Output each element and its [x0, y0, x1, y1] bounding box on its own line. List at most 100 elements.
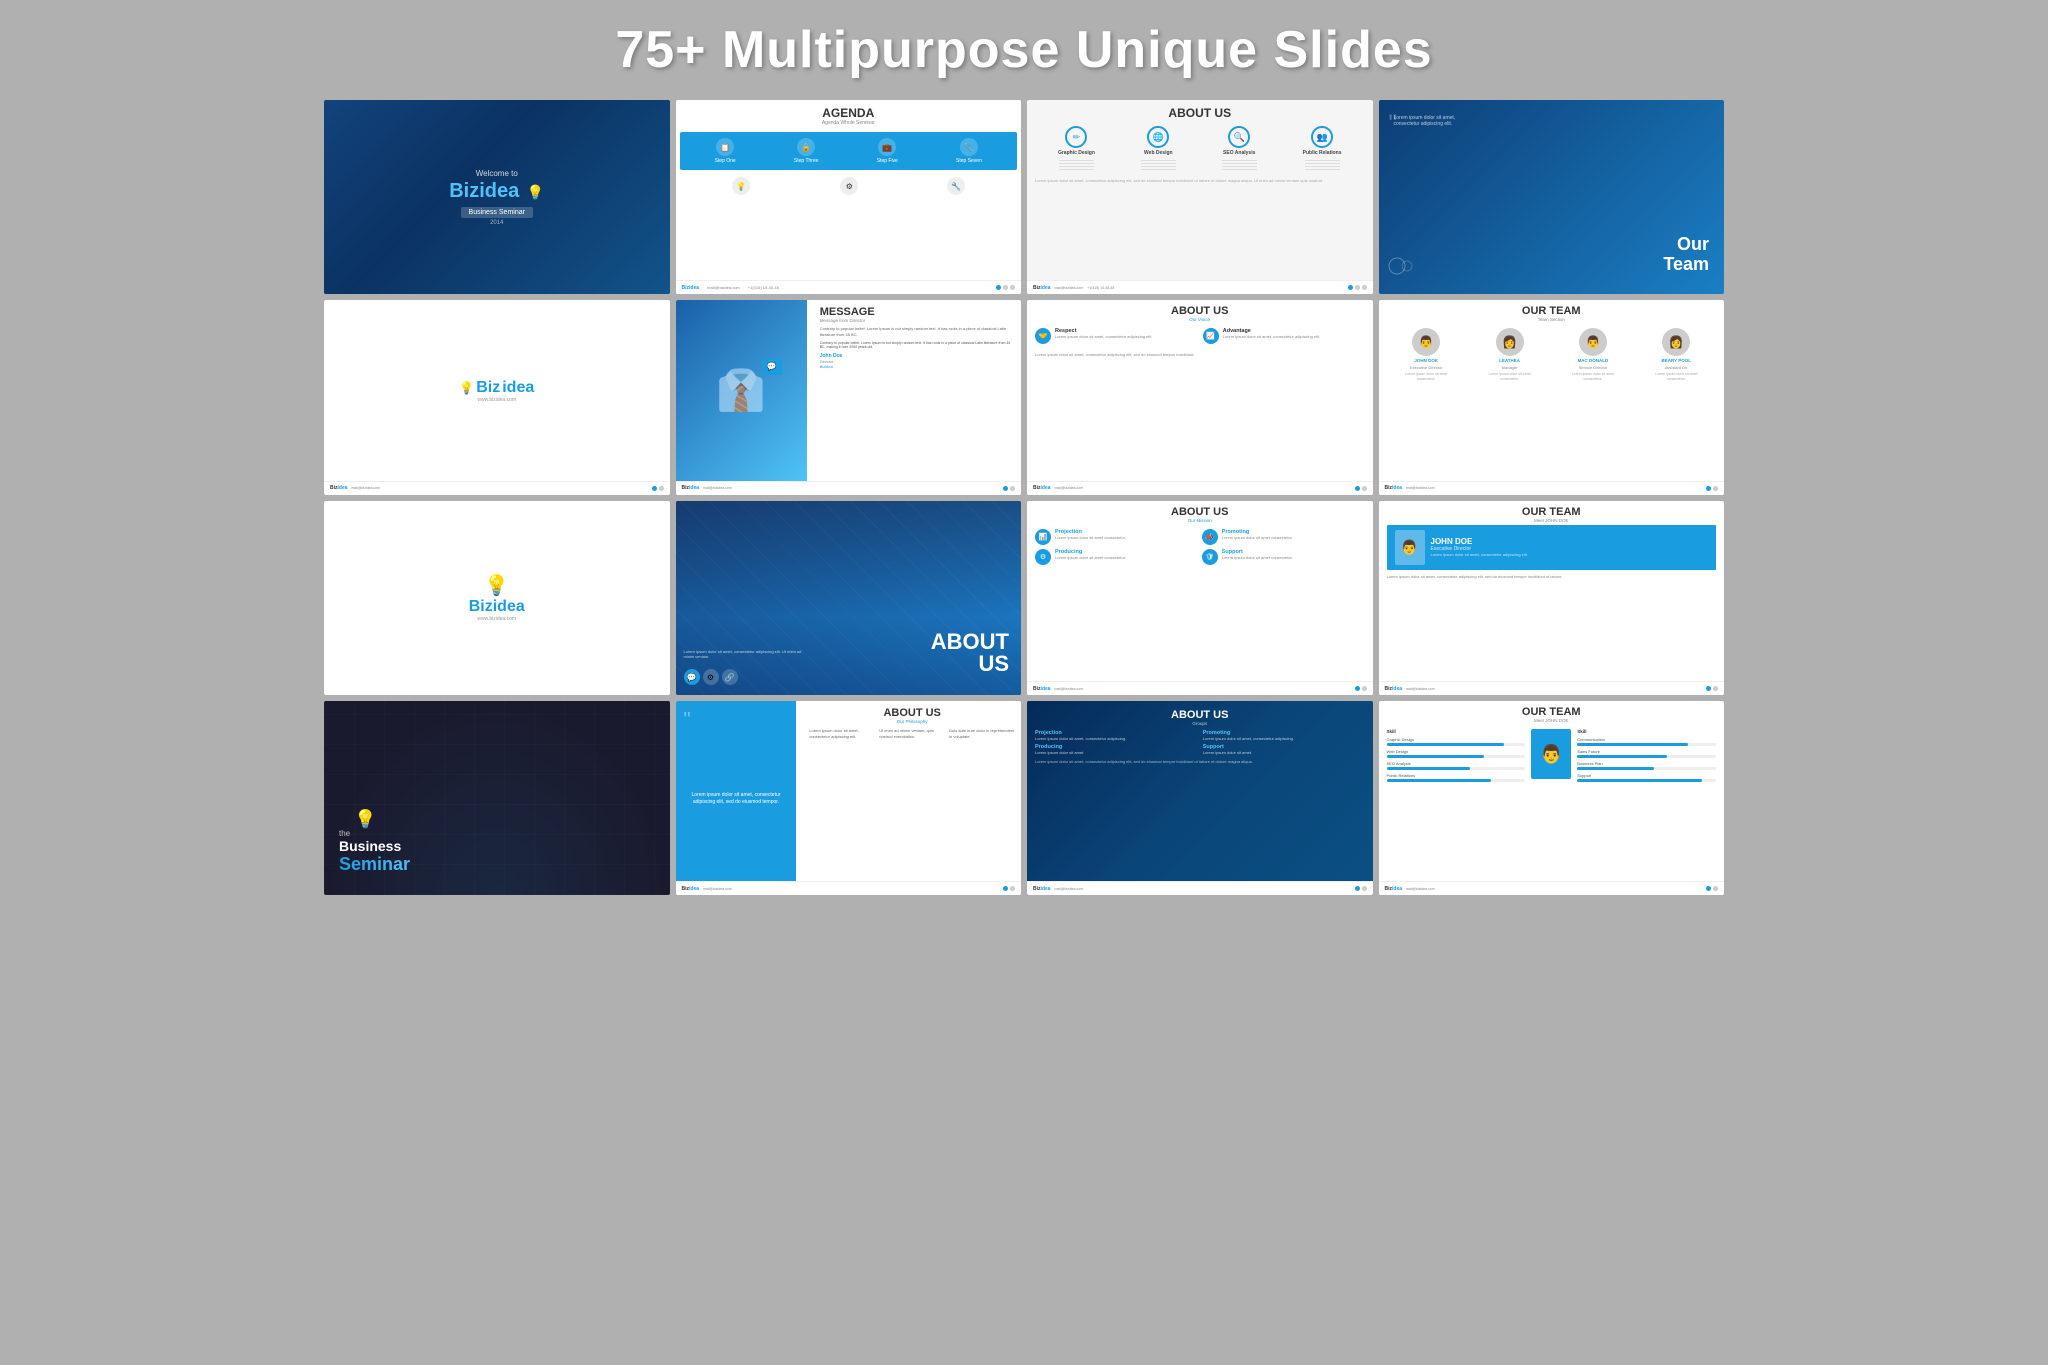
bulb-icon-9: 💡 — [484, 573, 509, 598]
slide-16-our-team-skills[interactable]: OUR TEAM Meet JOHN DOE Skill Graphic Des… — [1379, 701, 1725, 895]
producing-body: Lorem ipsum dolor sit amet consectetur. — [1055, 555, 1126, 560]
slide-4-content: OurTeam — [1663, 235, 1709, 275]
footer-dots-8 — [1706, 486, 1718, 491]
slide-5-bizidea-seminar[interactable]: 💡 Bizidea www.bizidea.com BUSINESS SEMIN… — [324, 300, 670, 494]
slide-9-bizidea-logo[interactable]: 💡 Bizidea www.bizidea.com — [324, 501, 670, 695]
footer-dots-7 — [1355, 486, 1367, 491]
slide-14-col3: Duis aute irure dolor in reprehenderit i… — [949, 728, 1015, 739]
feat-text-4: Lorem ipsum dolor sit amet. — [1203, 750, 1365, 755]
footer-brand-6: Bizidea — [682, 485, 700, 491]
skill-fill-5 — [1577, 743, 1688, 746]
agenda-item-1: 📋 Step One — [715, 138, 736, 164]
skill-bg-5 — [1577, 743, 1716, 746]
slides-grid: Welcome to Bizidea 💡 Business Seminar 20… — [324, 100, 1724, 895]
slide-12-our-team-john[interactable]: OUR TEAM Meet JOHN DOE 👨 JOHN DOE Execut… — [1379, 501, 1725, 695]
agenda-label-5: Step Two — [731, 197, 752, 203]
slide-5-logo: 💡 Bizidea — [459, 379, 534, 397]
footer-dots-16 — [1706, 886, 1718, 891]
dot-3-2 — [1355, 285, 1360, 290]
slide-1-welcome[interactable]: Welcome to Bizidea 💡 Business Seminar 20… — [324, 100, 670, 294]
team-member-4: 👩 BEARY POOL Assistant Dir. Lorem ipsum … — [1654, 328, 1699, 381]
slide-15-about-groups[interactable]: ABOUT US Groups Projection Lorem ipsum d… — [1027, 701, 1373, 895]
skill-label-4: Public Relations — [1387, 773, 1526, 778]
skill-label-3: SEO Analysis — [1387, 761, 1526, 766]
slide-2-agenda[interactable]: AGENDA Agenda Whole Seminar 📋 Step One 🔒… — [676, 100, 1022, 294]
slide-14-text2: Ut enim ad minim veniam, quis nostrud ex… — [879, 728, 945, 739]
dot-12-1 — [1706, 686, 1711, 691]
slide-1-year: 2014 — [490, 220, 503, 226]
feat-col-1: Projection Lorem ipsum dolor sit amet, c… — [1035, 730, 1197, 741]
slide-16-title: OUR TEAM — [1379, 706, 1725, 718]
slide-14-about-philosophy[interactable]: " Lorem ipsum dolor sit amet, consectetu… — [676, 701, 1022, 895]
slide-1-brand: Bizidea 💡 — [449, 180, 544, 203]
slide-12-sub: Meet JOHN DOE — [1379, 518, 1725, 523]
slide-11-header: ABOUT US Our Mission — [1027, 501, 1373, 525]
slide-13-seminar-dark[interactable]: 💡 the Business Seminar — [324, 701, 670, 895]
support-icon: 🛡 — [1202, 549, 1218, 565]
avatar-1: 👨 — [1412, 328, 1440, 356]
footer-email-15: mail@bizidea.com — [1055, 887, 1084, 891]
slide-14-title: ABOUT US — [809, 707, 1015, 719]
slide-8-team: 👨 JOHN DOE Executive Director Lorem ipsu… — [1379, 324, 1725, 385]
pr-icon: 👥 — [1311, 126, 1333, 148]
slide-9-logo: Bizidea — [469, 598, 525, 616]
projection-icon: 📊 — [1035, 529, 1051, 545]
team-role-1: Executive Director — [1410, 365, 1442, 370]
slide-7-title: ABOUT US — [1027, 305, 1373, 317]
slide-8-our-team-light[interactable]: OUR TEAM Team Section 👨 JOHN DOE Executi… — [1379, 300, 1725, 494]
skill-bg-2 — [1387, 755, 1526, 758]
circle-icon-1: 💬 — [684, 669, 700, 685]
slide-7-header: ABOUT US Our Vision — [1027, 300, 1373, 324]
slide-15-title: ABOUT US — [1035, 709, 1365, 721]
slide-5-content: 💡 Bizidea www.bizidea.com — [324, 300, 670, 480]
dot-15-2 — [1362, 886, 1367, 891]
about-lines-4 — [1305, 160, 1340, 172]
slide-8-footer: Bizidea mail@bizidea.com — [1379, 481, 1725, 495]
footer-email-6: mail@bizidea.com — [703, 486, 732, 490]
footer-phone: +1(315) 15-45-48 — [748, 285, 779, 290]
dot-14-1 — [1003, 886, 1008, 891]
slide-3-about-us-icons[interactable]: ABOUT US ✏ Graphic Design 🌐 Web Design 🔍… — [1027, 100, 1373, 294]
slide-15-features: Projection Lorem ipsum dolor sit amet, c… — [1035, 730, 1365, 755]
slide-1-bulb-icon: 💡 — [527, 184, 544, 200]
team-text-4: Lorem ipsum dolor sit amet consectetur. — [1654, 372, 1699, 381]
footer-dots-14 — [1003, 886, 1015, 891]
slide-11-features: 📊 Projection Lorem ipsum dolor sit amet … — [1027, 525, 1373, 569]
slide-6-body: Contrary to popular belief. Lorem Ipsum … — [820, 326, 1015, 337]
slide-7-footer: Bizidea mail@bizidea.com — [1027, 481, 1373, 495]
agenda-icon-4: 📎 — [960, 138, 978, 156]
slide-9-logo-wrap: 💡 Bizidea www.bizidea.com — [469, 573, 525, 622]
dot-11-2 — [1362, 686, 1367, 691]
footer-brand: Bizidea — [682, 285, 700, 291]
feature-advantage: 📈 Advantage Lorem ipsum dolor sit amet, … — [1203, 328, 1365, 344]
slide-15-footer: Bizidea mail@bizidea.com — [1027, 881, 1373, 895]
dot-11-1 — [1355, 686, 1360, 691]
slide-3-title: ABOUT US — [1027, 106, 1373, 120]
slide-4-our-team-dark[interactable]: " Lorem ipsum dolor sit amet, consectetu… — [1379, 100, 1725, 294]
dot-6-2 — [1010, 486, 1015, 491]
footer-brand-15: Bizidea — [1033, 886, 1051, 892]
slide-6-message[interactable]: 👔 💬 MESSAGE Message from Director Contra… — [676, 300, 1022, 494]
slide-10-text: Lorem ipsum dolor sit amet, consectetur … — [684, 649, 804, 660]
slide-10-about-building[interactable]: ABOUTUS 💬 ⚙ 🔗 Lorem ipsum dolor sit amet… — [676, 501, 1022, 695]
projection-body: Lorem ipsum dolor sit amet consectetur. — [1055, 535, 1126, 540]
advantage-icon: 📈 — [1203, 328, 1219, 344]
footer-email-16: mail@bizidea.com — [1406, 887, 1435, 891]
slide-11-about-mission[interactable]: ABOUT US Our Mission 📊 Projection Lorem … — [1027, 501, 1373, 695]
brand-biz: Biz — [476, 379, 500, 397]
slide-12-footer: Bizidea mail@bizidea.com — [1379, 681, 1725, 695]
slide-14-col1: Lorem ipsum dolor sit amet, consectetur … — [809, 728, 875, 739]
footer-dots-6 — [1003, 486, 1015, 491]
decorative-circles-icon — [1387, 251, 1417, 281]
projection-text: Projection Lorem ipsum dolor sit amet co… — [1055, 529, 1126, 540]
avatar-4: 👩 — [1662, 328, 1690, 356]
slide-2-footer: Bizidea mail@bizidea.com +1(315) 15-45-4… — [676, 280, 1022, 294]
slide-7-about-vision[interactable]: ABOUT US Our Vision 🤝 Respect Lorem ipsu… — [1027, 300, 1373, 494]
slide-15-header: ABOUT US Groups — [1035, 709, 1365, 726]
team-name-3: MAC DONALD — [1578, 358, 1609, 363]
dot-16-1 — [1706, 886, 1711, 891]
dot-7-2 — [1362, 486, 1367, 491]
slide-8-title: OUR TEAM — [1379, 305, 1725, 317]
dot-5-1 — [652, 486, 657, 491]
slide-7-col2: 📈 Advantage Lorem ipsum dolor sit amet, … — [1203, 328, 1365, 348]
